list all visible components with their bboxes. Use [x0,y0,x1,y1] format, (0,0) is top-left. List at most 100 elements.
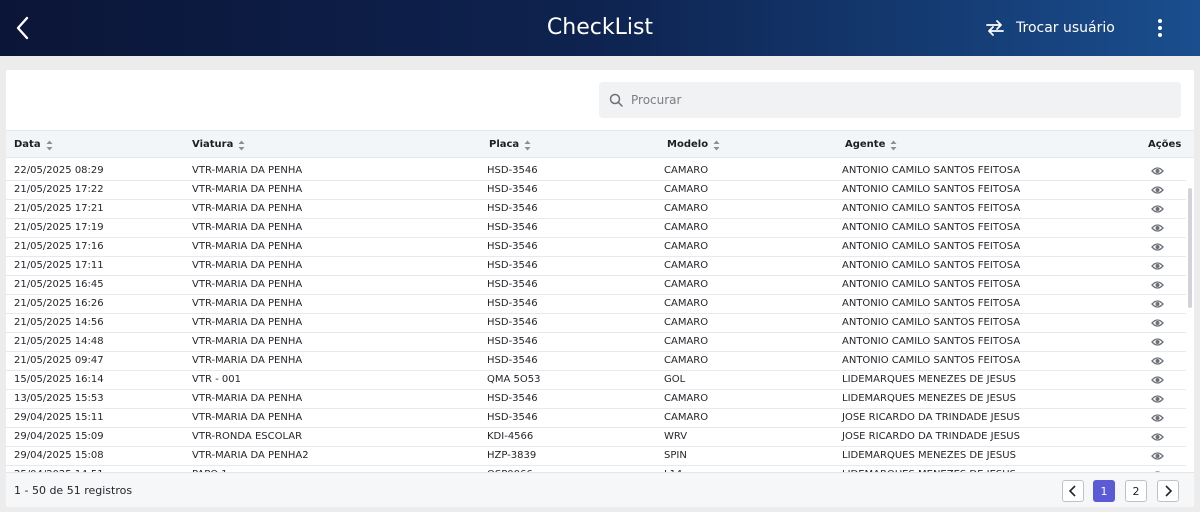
table-scrollbar[interactable] [1188,162,1194,472]
cell-viatura: VTR-MARIA DA PENHA [192,336,303,347]
eye-icon[interactable] [1151,374,1164,386]
cell-placa: HSD-3546 [487,222,538,233]
cell-viatura: VTR - 001 [192,374,241,385]
column-header-placa[interactable]: Placa [489,131,531,159]
cell-data: 21/05/2025 14:56 [14,317,104,328]
cell-modelo: CAMARO [664,393,709,404]
column-header-acoes: Ações [1148,131,1181,159]
table-row[interactable]: 21/05/2025 16:26 VTR-MARIA DA PENHA HSD-35… [6,295,1186,314]
table-row[interactable]: 13/05/2025 15:53 VTR-MARIA DA PENHA HSD-35… [6,390,1186,409]
cell-data: 21/05/2025 17:22 [14,184,104,195]
cell-agente: LIDEMARQUES MENEZES DE JESUS [842,450,1016,461]
cell-data: 21/05/2025 17:19 [14,222,104,233]
cell-placa: HZP-3839 [487,450,537,461]
scrollbar-thumb[interactable] [1188,188,1192,308]
eye-icon[interactable] [1151,165,1164,177]
eye-icon[interactable] [1151,203,1164,215]
eye-icon[interactable] [1151,184,1164,196]
eye-icon[interactable] [1151,241,1164,253]
cell-modelo: GOL [664,374,686,385]
eye-icon[interactable] [1151,260,1164,272]
cell-viatura: VTR-MARIA DA PENHA [192,222,303,233]
search-icon [609,93,623,107]
cell-placa: HSD-3546 [487,260,538,271]
table-body: 22/05/2025 08:29 VTR-MARIA DA PENHA HSD-35… [6,162,1186,472]
search-box[interactable] [599,82,1181,118]
eye-icon[interactable] [1151,355,1164,367]
cell-data: 13/05/2025 15:53 [14,393,104,404]
cell-viatura: VTR-MARIA DA PENHA [192,298,303,309]
cell-placa: HSD-3546 [487,355,538,366]
table-row[interactable]: 29/04/2025 15:11 VTR-MARIA DA PENHA HSD-35… [6,409,1186,428]
eye-icon[interactable] [1151,412,1164,424]
cell-modelo: CAMARO [664,222,709,233]
back-button[interactable] [8,12,40,44]
table-row[interactable]: 15/05/2025 16:14 VTR - 001 QMA 5O53 GOL LIDE… [6,371,1186,390]
column-header-data[interactable]: Data [14,131,53,159]
switch-user-button[interactable]: Trocar usuário [984,12,1115,44]
column-header-modelo[interactable]: Modelo [667,131,720,159]
sort-icon [890,140,897,150]
cell-viatura: VTR-MARIA DA PENHA [192,355,303,366]
cell-agente: LIDEMARQUES MENEZES DE JESUS [842,374,1016,385]
table-row[interactable]: 21/05/2025 17:16 VTR-MARIA DA PENHA HSD-35… [6,238,1186,257]
cell-placa: QMA 5O53 [487,374,541,385]
page-button-2[interactable]: 2 [1125,480,1147,502]
table-row[interactable]: 21/05/2025 17:11 VTR-MARIA DA PENHA HSD-35… [6,257,1186,276]
eye-icon[interactable] [1151,317,1164,329]
cell-viatura: VTR-MARIA DA PENHA [192,412,303,423]
eye-icon[interactable] [1151,393,1164,405]
cell-agente: ANTONIO CAMILO SANTOS FEITOSA [842,241,1021,252]
cell-viatura: VTR-MARIA DA PENHA [192,165,303,176]
more-menu-button[interactable] [1148,12,1172,44]
cell-modelo: CAMARO [664,355,709,366]
switch-user-label: Trocar usuário [1016,20,1115,36]
cell-agente: ANTONIO CAMILO SANTOS FEITOSA [842,336,1021,347]
cell-agente: ANTONIO CAMILO SANTOS FEITOSA [842,298,1021,309]
sort-icon [238,140,245,150]
cell-agente: ANTONIO CAMILO SANTOS FEITOSA [842,184,1021,195]
cell-placa: HSD-3546 [487,184,538,195]
cell-viatura: VTR-MARIA DA PENHA [192,393,303,404]
eye-icon[interactable] [1151,450,1164,462]
cell-data: 22/05/2025 08:29 [14,165,104,176]
table-row[interactable]: 22/05/2025 08:29 VTR-MARIA DA PENHA HSD-35… [6,162,1186,181]
next-page-button[interactable] [1157,480,1179,502]
table-row[interactable]: 21/05/2025 09:47 VTR-MARIA DA PENHA HSD-35… [6,352,1186,371]
sort-icon [524,140,531,150]
cell-modelo: SPIN [664,450,687,461]
chevron-left-icon [16,16,29,40]
cell-modelo: CAMARO [664,203,709,214]
cell-viatura: VTR-MARIA DA PENHA [192,260,303,271]
column-header-label: Data [14,139,41,150]
eye-icon[interactable] [1151,298,1164,310]
table-row[interactable]: 21/05/2025 17:19 VTR-MARIA DA PENHA HSD-35… [6,219,1186,238]
prev-page-button[interactable] [1062,480,1084,502]
cell-viatura: VTR-MARIA DA PENHA [192,203,303,214]
cell-viatura: VTR-MARIA DA PENHA [192,279,303,290]
eye-icon[interactable] [1151,222,1164,234]
cell-placa: HSD-3546 [487,165,538,176]
cell-placa: HSD-3546 [487,336,538,347]
column-header-agente[interactable]: Agente [845,131,897,159]
search-input[interactable] [631,93,1151,107]
table-row[interactable]: 21/05/2025 14:48 VTR-MARIA DA PENHA HSD-35… [6,333,1186,352]
eye-icon[interactable] [1151,336,1164,348]
table-row[interactable]: 29/04/2025 15:09 VTR-RONDA ESCOLAR KDI-456… [6,428,1186,447]
checklist-card: Data Viatura Placa Modelo Agente Ações 2… [6,70,1194,507]
table-row[interactable]: 21/05/2025 14:56 VTR-MARIA DA PENHA HSD-35… [6,314,1186,333]
table-row[interactable]: 21/05/2025 17:21 VTR-MARIA DA PENHA HSD-35… [6,200,1186,219]
cell-data: 29/04/2025 15:11 [14,412,104,423]
chevron-left-icon [1068,485,1076,497]
cell-modelo: CAMARO [664,317,709,328]
table-row[interactable]: 29/04/2025 15:08 VTR-MARIA DA PENHA2 HZP-3… [6,447,1186,466]
cell-data: 21/05/2025 09:47 [14,355,104,366]
cell-modelo: CAMARO [664,165,709,176]
page-button-1[interactable]: 1 [1093,480,1115,502]
table-row[interactable]: 21/05/2025 17:22 VTR-MARIA DA PENHA HSD-35… [6,181,1186,200]
cell-placa: HSD-3546 [487,298,538,309]
table-row[interactable]: 21/05/2025 16:45 VTR-MARIA DA PENHA HSD-35… [6,276,1186,295]
eye-icon[interactable] [1151,431,1164,443]
eye-icon[interactable] [1151,279,1164,291]
column-header-viatura[interactable]: Viatura [192,131,245,159]
